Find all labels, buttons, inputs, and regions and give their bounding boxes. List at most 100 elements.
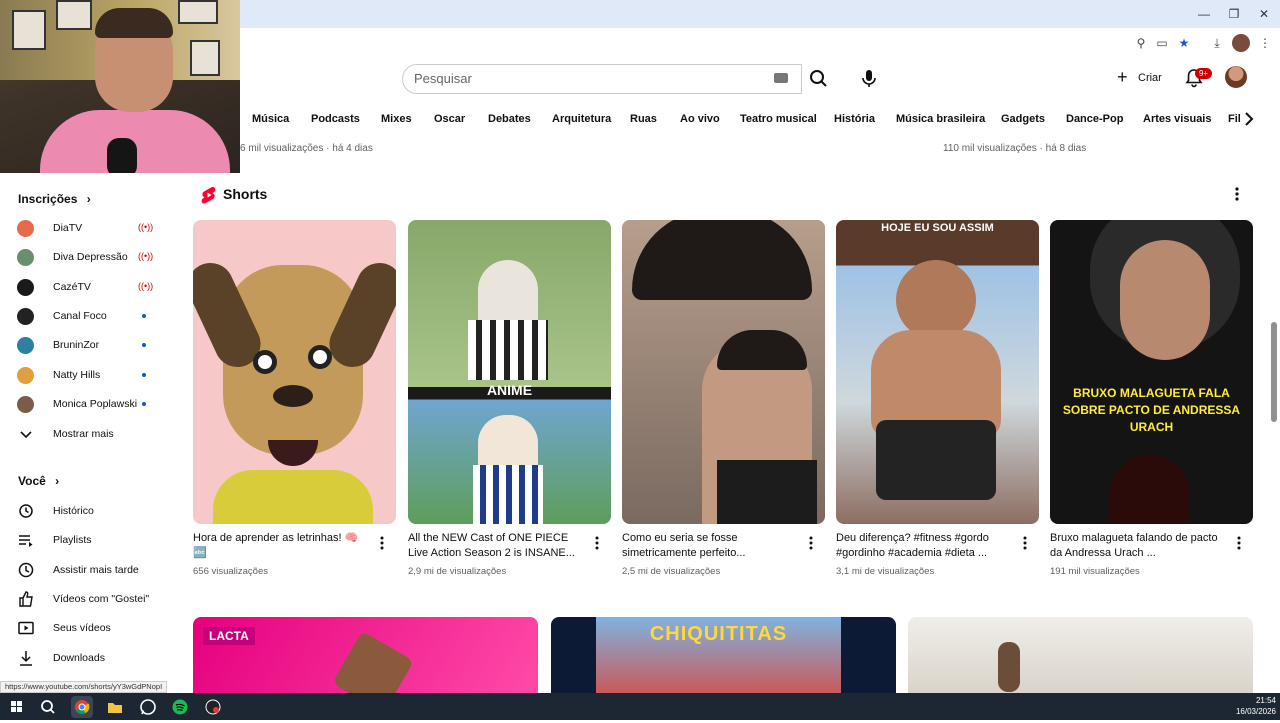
taskbar-whatsapp-app[interactable] — [137, 696, 159, 718]
man-head — [896, 260, 976, 340]
create-button[interactable]: + Criar — [1114, 66, 1170, 90]
zoom-icon[interactable]: ⚲ — [1132, 34, 1150, 52]
search-button[interactable] — [802, 64, 834, 94]
new-content-dot — [142, 313, 146, 318]
category-chip[interactable]: Arquitetura — [552, 113, 611, 125]
short-more-button[interactable] — [1234, 535, 1244, 551]
account-avatar[interactable] — [1225, 66, 1247, 88]
sidebar-you-item[interactable]: Playlists — [17, 529, 152, 551]
minimize-button[interactable]: — — [1192, 4, 1216, 24]
sidebar-you-item[interactable]: Vídeos com "Gostei" — [17, 588, 152, 610]
sidebar-you-item[interactable]: Histórico — [17, 500, 152, 522]
search-input[interactable] — [414, 71, 754, 86]
short-title[interactable]: All the NEW Cast of ONE PIECE Live Actio… — [408, 531, 588, 561]
category-chip[interactable]: Ruas — [630, 113, 657, 125]
profile-avatar-icon[interactable] — [1232, 34, 1250, 52]
video-thumbnail[interactable] — [908, 617, 1253, 693]
category-chip[interactable]: História — [834, 113, 875, 125]
chips-next-button[interactable] — [1241, 111, 1257, 127]
icecream-bar — [332, 631, 414, 693]
sidebar-you-item[interactable]: Seus vídeos — [17, 617, 152, 639]
category-chip[interactable]: Música — [252, 113, 289, 125]
taskbar-search-button[interactable] — [37, 696, 59, 718]
short-more-button[interactable] — [592, 535, 602, 551]
taskbar-chrome-app[interactable] — [71, 696, 93, 718]
keyboard-icon[interactable] — [774, 73, 788, 83]
category-chip[interactable]: Oscar — [434, 113, 465, 125]
more-vert-icon — [809, 536, 813, 550]
category-chip[interactable]: Podcasts — [311, 113, 360, 125]
category-chip[interactable]: Fil — [1228, 113, 1241, 125]
channel-avatar — [17, 307, 34, 325]
channel-name: Diva Depressão — [53, 251, 128, 264]
puppet-eye — [253, 350, 277, 374]
sidebar-subscription-item[interactable]: Canal Foco — [17, 305, 152, 327]
short-title[interactable]: Hora de aprender as letrinhas! 🧠 🔤 — [193, 531, 373, 561]
short-views: 656 visualizações — [193, 566, 268, 577]
taskbar-spotify-app[interactable] — [169, 696, 191, 718]
taskbar-obs-app[interactable] — [202, 696, 224, 718]
browser-menu-icon[interactable]: ⋮ — [1256, 34, 1274, 52]
downloads-icon — [20, 650, 32, 666]
category-chip[interactable]: Mixes — [381, 113, 412, 125]
new-content-dot — [142, 401, 146, 406]
category-chip[interactable]: Artes visuais — [1143, 113, 1211, 125]
sidebar-subscription-item[interactable]: Monica Poplawski — [17, 393, 152, 415]
short-thumbnail[interactable] — [193, 220, 396, 524]
short-title[interactable]: Como eu seria se fosse simetricamente pe… — [622, 531, 802, 561]
sidebar-subscription-item[interactable]: Natty Hills — [17, 364, 152, 386]
windows-icon — [11, 701, 22, 712]
category-chip[interactable]: Ao vivo — [680, 113, 720, 125]
page-scrollbar[interactable] — [1271, 322, 1277, 422]
you-heading[interactable]: Você › — [18, 474, 59, 488]
search-box[interactable] — [402, 64, 802, 94]
restore-button[interactable]: ❐ — [1222, 4, 1246, 24]
cast-icon[interactable]: ▭ — [1153, 34, 1171, 52]
taskbar-clock[interactable]: 21:54 16/03/2026 — [1230, 695, 1276, 717]
sidebar-subscription-item[interactable]: DiaTV ((•)) — [17, 217, 153, 239]
subscriptions-heading[interactable]: Inscrições › — [18, 192, 91, 206]
short-views: 2,9 mi de visualizações — [408, 566, 507, 577]
category-chip[interactable]: Debates — [488, 113, 531, 125]
channel-avatar — [17, 278, 34, 296]
video-thumbnail[interactable]: LACTA — [193, 617, 538, 693]
channel-avatar — [17, 337, 34, 355]
short-title[interactable]: Bruxo malagueta falando de pacto da Andr… — [1050, 531, 1230, 561]
sidebar-you-item[interactable]: Assistir mais tarde — [17, 559, 152, 581]
close-window-button[interactable]: ✕ — [1252, 4, 1276, 24]
anime-outfit — [473, 465, 543, 524]
start-button[interactable] — [6, 696, 28, 718]
chevron-right-icon — [1245, 112, 1254, 126]
short-thumbnail[interactable]: ANIME — [408, 220, 611, 524]
sidebar-you-item[interactable]: Downloads — [17, 647, 152, 669]
short-thumbnail[interactable]: HOJE EU SOU ASSIM — [836, 220, 1039, 524]
more-vert-icon — [1237, 536, 1241, 550]
short-title[interactable]: Deu diferença? #fitness #gordo #gordinho… — [836, 531, 1016, 561]
sidebar-subscription-item[interactable]: CazéTV ((•)) — [17, 276, 153, 298]
sidebar-item-label: Seus vídeos — [53, 622, 111, 635]
category-chip[interactable]: Gadgets — [1001, 113, 1045, 125]
short-more-button[interactable] — [1020, 535, 1030, 551]
dark-figure — [1110, 455, 1190, 524]
sidebar-subscription-item[interactable]: BruninZor — [17, 334, 152, 356]
short-thumbnail[interactable] — [622, 220, 825, 524]
webcam-microphone — [107, 138, 137, 173]
show-more-button[interactable]: Mostrar mais — [17, 423, 152, 445]
short-more-button[interactable] — [377, 535, 387, 551]
short-more-button[interactable] — [806, 535, 816, 551]
category-chip[interactable]: Teatro musical — [740, 113, 817, 125]
bookmark-star-icon[interactable]: ★ — [1175, 34, 1193, 52]
video-thumbnail[interactable]: CHIQUITITAS — [551, 617, 896, 693]
playlists-icon — [19, 535, 33, 548]
sidebar-subscription-item[interactable]: Diva Depressão ((•)) — [17, 246, 153, 268]
channel-name: Canal Foco — [53, 309, 107, 322]
download-icon[interactable]: ⤓ — [1208, 34, 1226, 52]
short-thumbnail[interactable]: BRUXO MALAGUETA FALA SOBRE PACTO DE ANDR… — [1050, 220, 1253, 524]
voice-search-button[interactable] — [857, 66, 881, 90]
taskbar-explorer-app[interactable] — [104, 696, 126, 718]
wall-picture — [12, 10, 46, 50]
history-icon — [19, 504, 33, 518]
shorts-more-button[interactable] — [1230, 186, 1244, 202]
category-chip[interactable]: Dance-Pop — [1066, 113, 1123, 125]
category-chip[interactable]: Música brasileira — [896, 113, 985, 125]
